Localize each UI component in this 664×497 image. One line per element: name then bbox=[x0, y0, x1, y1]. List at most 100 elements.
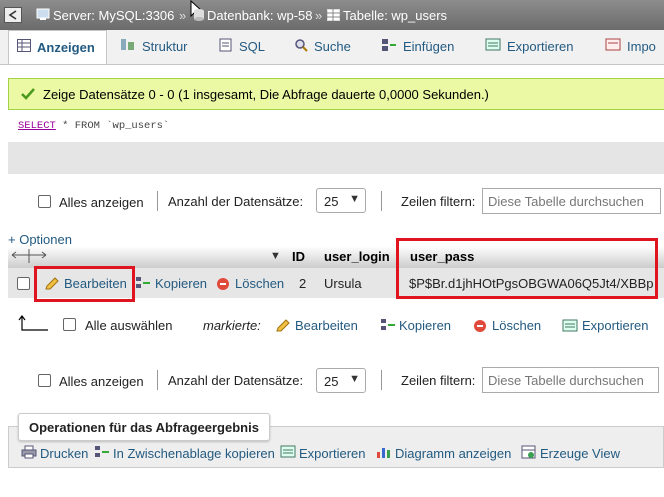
tab-insert[interactable]: Einfügen bbox=[381, 30, 454, 64]
export-icon bbox=[485, 38, 501, 54]
divider bbox=[157, 191, 158, 211]
bulk-copy-button[interactable]: Kopieren bbox=[399, 318, 451, 333]
pencil-icon bbox=[275, 319, 291, 336]
row-copy-link[interactable]: Kopieren bbox=[155, 276, 207, 291]
tab-label: Impo bbox=[627, 39, 656, 54]
tab-import[interactable]: Impo bbox=[605, 30, 656, 64]
row-checkbox[interactable] bbox=[17, 277, 30, 290]
highlight-edit bbox=[34, 266, 135, 302]
filter-rows-input[interactable] bbox=[482, 367, 659, 393]
sql-icon bbox=[219, 38, 233, 55]
chart-icon bbox=[376, 445, 392, 462]
show-all-checkbox[interactable] bbox=[38, 195, 51, 208]
insert-icon bbox=[381, 38, 397, 55]
tab-export[interactable]: Exportieren bbox=[485, 30, 573, 64]
table-icon bbox=[327, 9, 340, 24]
show-chart-button[interactable]: Diagramm anzeigen bbox=[376, 446, 511, 462]
delete-icon bbox=[216, 277, 230, 294]
copy-icon bbox=[135, 276, 151, 293]
bulk-edit-button[interactable]: Bearbeiten bbox=[295, 318, 358, 333]
marked-label: markierte: bbox=[203, 318, 261, 333]
breadcrumb-server[interactable]: Server: MySQL:3306 bbox=[53, 8, 174, 23]
show-all-label[interactable]: Alles anzeigen bbox=[59, 374, 144, 389]
breadcrumb-table[interactable]: Tabelle: wp_users bbox=[343, 8, 447, 23]
tab-label: Suche bbox=[314, 39, 351, 54]
tab-search[interactable]: Suche bbox=[294, 30, 351, 64]
tab-label: Exportieren bbox=[507, 39, 574, 54]
select-all-checkbox[interactable] bbox=[63, 318, 76, 331]
success-message: Zeige Datensätze 0 - 0 (1 insgesamt, Die… bbox=[8, 78, 664, 110]
rows-count-value: 25 bbox=[324, 374, 339, 389]
export-icon bbox=[562, 319, 578, 335]
server-icon bbox=[36, 8, 50, 24]
sql-query[interactable]: SELECT * FROM `wp_users` bbox=[18, 120, 169, 132]
tab-bar: Anzeigen Struktur SQL Suche Einfügen Exp… bbox=[0, 30, 664, 65]
operations-title-text: Operationen für das Abfrageergebnis bbox=[29, 420, 259, 435]
structure-icon bbox=[120, 38, 136, 54]
query-toolbar bbox=[8, 142, 664, 174]
print-label: Drucken bbox=[40, 446, 89, 461]
cell-id[interactable]: 2 bbox=[299, 276, 306, 291]
delete-icon bbox=[473, 319, 487, 336]
breadcrumb-separator: » bbox=[315, 8, 323, 23]
row-delete-link[interactable]: Löschen bbox=[235, 276, 284, 291]
show-all-checkbox[interactable] bbox=[38, 374, 51, 387]
divider bbox=[381, 370, 382, 390]
import-icon bbox=[605, 38, 621, 54]
copy-icon bbox=[380, 318, 396, 335]
print-button[interactable]: Drucken bbox=[21, 445, 89, 462]
success-text: Zeige Datensätze 0 - 0 (1 insgesamt, Die… bbox=[43, 87, 489, 102]
divider bbox=[157, 370, 158, 390]
divider bbox=[381, 191, 382, 211]
bulk-delete-button[interactable]: Löschen bbox=[492, 318, 541, 333]
export-label: Exportieren bbox=[299, 446, 366, 461]
show-all-label[interactable]: Alles anzeigen bbox=[59, 195, 144, 210]
printer-icon bbox=[21, 445, 37, 462]
filter-rows-input[interactable] bbox=[482, 188, 661, 214]
sql-query-box: SELECT * FROM `wp_users` bbox=[8, 112, 664, 142]
tab-label: Struktur bbox=[142, 39, 188, 54]
show-chart-label: Diagramm anzeigen bbox=[395, 446, 512, 461]
copy-to-clipboard-label: In Zwischenablage kopieren bbox=[113, 446, 275, 461]
rows-count-value: 25 bbox=[324, 194, 339, 209]
sql-keyword[interactable]: SELECT bbox=[18, 120, 56, 132]
copy-to-clipboard-button[interactable]: In Zwischenablage kopieren bbox=[94, 445, 275, 462]
sort-dropdown-icon[interactable]: ▼ bbox=[270, 250, 281, 262]
bulk-export-button[interactable]: Exportieren bbox=[582, 318, 648, 333]
select-all-label[interactable]: Alle auswählen bbox=[85, 318, 172, 333]
export-button[interactable]: Exportieren bbox=[280, 445, 366, 461]
rows-count-select[interactable]: 25 ▼ bbox=[316, 188, 366, 213]
back-arrow-icon[interactable] bbox=[4, 7, 22, 23]
rows-count-select[interactable]: 25 ▼ bbox=[316, 368, 366, 393]
column-arrows-icon bbox=[10, 249, 48, 266]
export-icon bbox=[280, 445, 296, 461]
operations-title: Operationen für das Abfrageergebnis bbox=[18, 413, 270, 441]
tab-label: Einfügen bbox=[403, 39, 455, 54]
options-link[interactable]: + Optionen bbox=[8, 232, 72, 247]
view-icon bbox=[521, 445, 537, 462]
create-view-label: Erzeuge View bbox=[540, 446, 620, 461]
tab-sql[interactable]: SQL bbox=[219, 30, 265, 64]
tab-label: Anzeigen bbox=[37, 40, 95, 55]
search-icon bbox=[294, 38, 308, 55]
highlight-user-pass bbox=[396, 238, 658, 299]
breadcrumb-separator: » bbox=[179, 8, 187, 23]
filter-label: Zeilen filtern: bbox=[401, 194, 476, 209]
cell-user-login[interactable]: Ursula bbox=[324, 276, 362, 291]
check-icon bbox=[20, 87, 36, 104]
breadcrumb: Server: MySQL:3306 » Datenbank: wp-58 » … bbox=[0, 0, 664, 30]
tab-structure[interactable]: Struktur bbox=[120, 30, 188, 64]
breadcrumb-database[interactable]: Datenbank: wp-58 bbox=[207, 8, 313, 23]
chevron-down-icon: ▼ bbox=[349, 373, 360, 385]
filter-label: Zeilen filtern: bbox=[401, 373, 476, 388]
browse-icon bbox=[17, 39, 31, 55]
tab-browse[interactable]: Anzeigen bbox=[8, 30, 107, 64]
rows-count-label: Anzahl der Datensätze: bbox=[168, 373, 304, 388]
column-header-user-login[interactable]: user_login bbox=[324, 249, 390, 264]
column-header-id[interactable]: ID bbox=[292, 249, 305, 264]
rows-count-label: Anzahl der Datensätze: bbox=[168, 194, 304, 209]
database-icon bbox=[193, 8, 205, 24]
chevron-down-icon: ▼ bbox=[349, 193, 360, 205]
copy-icon bbox=[94, 445, 110, 462]
create-view-button[interactable]: Erzeuge View bbox=[521, 445, 620, 462]
